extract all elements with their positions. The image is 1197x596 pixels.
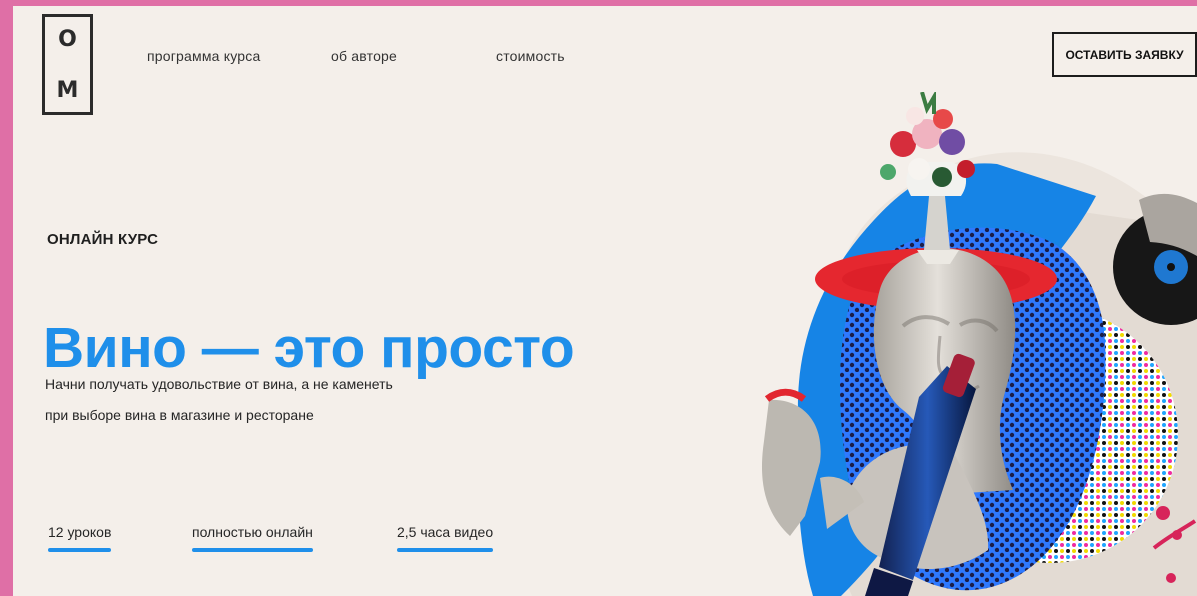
video-duration-metric: 2,5 часа видео bbox=[397, 524, 494, 552]
hero-page: О М программа курса об авторе стоимость … bbox=[13, 6, 1197, 596]
hero-description: Начни получать удовольствие от вина, а н… bbox=[45, 369, 393, 431]
logo[interactable]: О М bbox=[42, 14, 93, 115]
online-format-metric: полностью онлайн bbox=[192, 524, 313, 552]
nav-link-author[interactable]: об авторе bbox=[331, 48, 397, 64]
submit-request-button[interactable]: ОСТАВИТЬ ЗАЯВКУ bbox=[1052, 32, 1197, 77]
lesson-count-metric: 12 уроков bbox=[48, 524, 112, 552]
logo-letter-top: О bbox=[58, 27, 77, 52]
hero-description-line-2: при выборе вина в магазине и ресторане bbox=[45, 407, 314, 423]
logo-letter-bottom: М bbox=[56, 78, 79, 103]
course-type-label: ОНЛАЙН КУРС bbox=[47, 231, 159, 248]
nav-link-price[interactable]: стоимость bbox=[496, 48, 565, 64]
nav-link-program[interactable]: программа курса bbox=[147, 48, 260, 64]
wine-sculpture-collage-image bbox=[729, 92, 1197, 596]
hero-description-line-1: Начни получать удовольствие от вина, а н… bbox=[45, 376, 393, 392]
